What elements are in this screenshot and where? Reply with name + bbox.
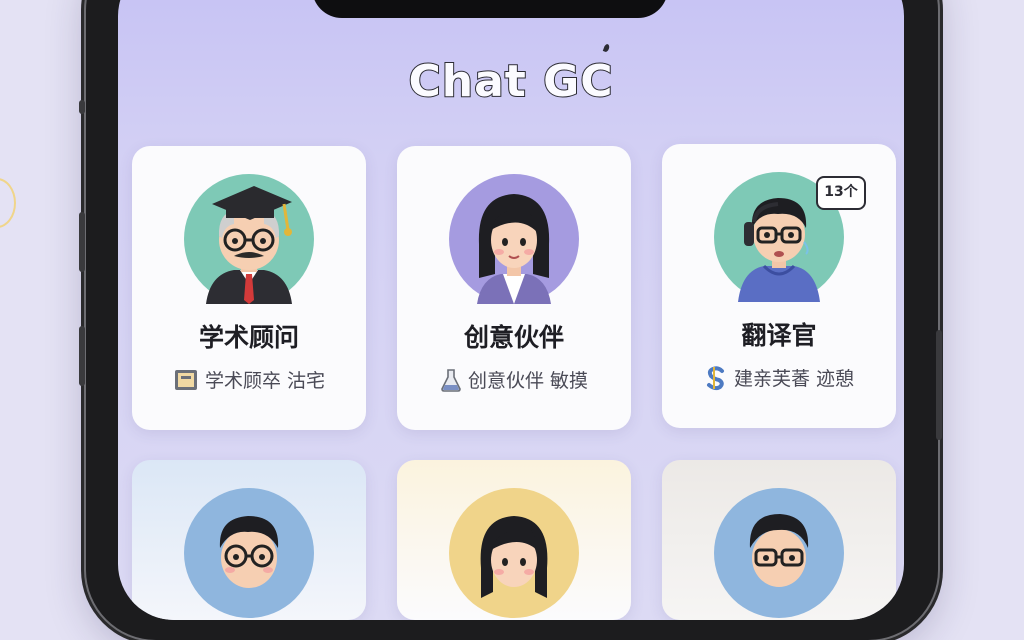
volume-down-button: [79, 326, 85, 386]
card-advisor-2[interactable]: [132, 460, 366, 620]
power-button: [936, 330, 942, 440]
card-title: 学术顾问: [198, 323, 299, 352]
book-icon: [174, 369, 197, 390]
volume-up-button: [79, 212, 85, 272]
card-subtitle: 建亲芙萫 迹憩: [733, 368, 855, 390]
card-academic-advisor[interactable]: 学术顾问 学术顾卒 沽宅: [132, 146, 366, 430]
girl-avatar-icon: [449, 488, 579, 618]
title-accent-mark: [602, 43, 611, 53]
app-title: Chat GC: [407, 55, 614, 108]
card-creative-partner[interactable]: 创意伙伴 创意伙伴 敏摸: [397, 146, 631, 430]
card-subtitle-row: 创意伙伴 敏摸: [397, 366, 631, 393]
phone-side-button: [79, 100, 85, 114]
woman-avatar-icon: [449, 174, 579, 304]
card-subtitle-row: 建亲芙萫 迹憩: [662, 364, 896, 391]
phone-screen: Chat GC 学术顾问 学术顾卒 沽宅 创意伙伴 创意伙伴 敏摸 13个 翻译…: [118, 0, 904, 620]
professor-avatar-icon: [184, 174, 314, 304]
card-translator-2[interactable]: [662, 460, 896, 620]
card-subtitle: 创意伙伴 敏摸: [467, 370, 589, 392]
card-subtitle: 学术顾卒 沽宅: [204, 370, 326, 392]
man-glasses-avatar-icon: [184, 488, 314, 618]
notch: [312, 0, 668, 18]
card-title: 创意伙伴: [463, 323, 564, 352]
card-subtitle-row: 学术顾卒 沽宅: [132, 366, 366, 393]
background-ring-decoration: [0, 178, 16, 228]
speech-bubble: 13个: [816, 176, 866, 210]
flask-icon: [441, 368, 461, 392]
boy-glasses-avatar-icon: [714, 488, 844, 618]
card-creative-2[interactable]: [397, 460, 631, 620]
card-translator[interactable]: 13个 翻译官 建亲芙萫 迹憩: [662, 144, 896, 428]
card-title: 翻译官: [741, 321, 817, 350]
s-letter-icon: [706, 365, 724, 390]
